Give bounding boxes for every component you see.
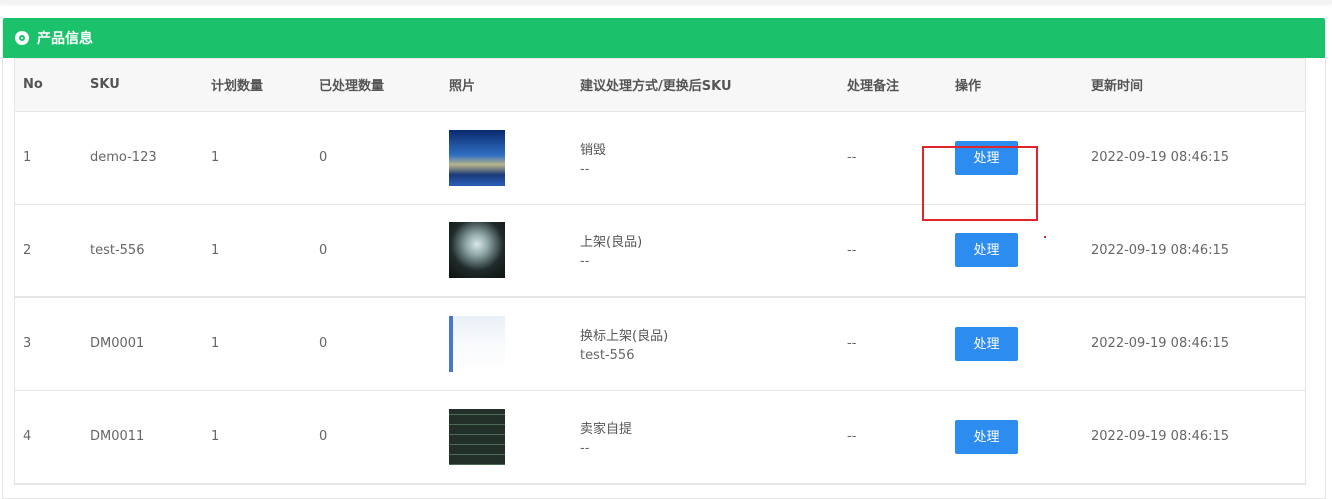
panel-header: 产品信息 [3,18,1325,58]
cell-sku: DM0001 [82,297,203,391]
col-header-update-time: 更新时间 [1083,59,1305,112]
process-button[interactable]: 处理 [955,419,1018,454]
cell-no: 1 [15,111,82,205]
cell-remark: -- [839,390,947,484]
replace-sku: -- [580,440,590,456]
cell-remark: -- [839,204,947,298]
table-row: 2 test-556 1 0 上架(良品) -- -- 处理 2022-09-1… [15,204,1305,298]
replace-sku: -- [580,161,590,177]
process-button[interactable]: 处理 [955,140,1018,175]
table-row: 1 demo-123 1 0 销毁 -- -- 处理 2022-09-19 08… [15,111,1305,205]
cell-sku: test-556 [82,204,203,298]
cell-plan-qty: 1 [203,390,311,484]
col-header-photo: 照片 [441,59,572,112]
col-header-action: 操作 [947,59,1083,112]
photo-thumbnail[interactable] [449,222,505,279]
cell-processed-qty: 0 [311,204,441,298]
cell-remark: -- [839,297,947,391]
cell-plan-qty: 1 [203,204,311,298]
cell-action: 处理 [947,204,1083,298]
cell-photo [441,204,572,298]
cell-processed-qty: 0 [311,390,441,484]
cell-no: 3 [15,297,82,391]
cell-suggest: 销毁 -- [572,111,839,205]
cell-update-time: 2022-09-19 08:46:15 [1083,390,1305,484]
cell-photo [441,297,572,391]
cell-plan-qty: 1 [203,111,311,205]
col-header-plan-qty: 计划数量 [203,59,311,112]
cell-update-time: 2022-09-19 08:46:15 [1083,204,1305,298]
table-row: 4 DM0011 1 0 卖家自提 -- -- 处理 2022-09-19 08… [15,390,1305,484]
process-button[interactable]: 处理 [955,326,1018,361]
cell-remark: -- [839,111,947,205]
col-header-remark: 处理备注 [839,59,947,112]
wordpress-icon [15,31,29,45]
col-header-processed-qty: 已处理数量 [311,59,441,112]
col-header-suggest: 建议处理方式/更换后SKU [572,59,839,112]
col-header-sku: SKU [82,59,203,112]
photo-thumbnail[interactable] [449,408,505,465]
panel-title: 产品信息 [37,31,93,47]
cell-processed-qty: 0 [311,111,441,205]
cell-plan-qty: 1 [203,297,311,391]
cell-update-time: 2022-09-19 08:46:15 [1083,111,1305,205]
replace-sku: -- [580,254,590,270]
cell-action: 处理 [947,111,1083,205]
cell-action: 处理 [947,390,1083,484]
process-button[interactable]: 处理 [955,233,1018,268]
cell-processed-qty: 0 [311,297,441,391]
cell-photo [441,111,572,205]
annotation-dot [1044,236,1046,238]
replace-sku: test-556 [580,347,635,363]
cell-update-time: 2022-09-19 08:46:15 [1083,297,1305,391]
table-header-row: No SKU 计划数量 已处理数量 照片 建议处理方式/更换后SKU 处理备注 … [15,59,1305,112]
suggest-method: 换标上架(良品) [580,328,669,344]
cell-sku: DM0011 [82,390,203,484]
cell-action: 处理 [947,297,1083,391]
product-table: No SKU 计划数量 已处理数量 照片 建议处理方式/更换后SKU 处理备注 … [14,58,1306,485]
table-row: 3 DM0001 1 0 换标上架(良品) test-556 -- 处理 202… [15,297,1305,391]
cell-sku: demo-123 [82,111,203,205]
top-strip [0,0,1332,4]
col-header-no: No [15,59,82,112]
cell-suggest: 换标上架(良品) test-556 [572,297,839,391]
suggest-method: 卖家自提 [580,421,633,437]
suggest-method: 销毁 [580,142,607,158]
cell-suggest: 上架(良品) -- [572,204,839,298]
cell-photo [441,390,572,484]
cell-no: 4 [15,390,82,484]
cell-no: 2 [15,204,82,298]
suggest-method: 上架(良品) [580,235,643,251]
photo-thumbnail[interactable] [449,315,505,372]
photo-thumbnail[interactable] [449,129,505,186]
cell-suggest: 卖家自提 -- [572,390,839,484]
